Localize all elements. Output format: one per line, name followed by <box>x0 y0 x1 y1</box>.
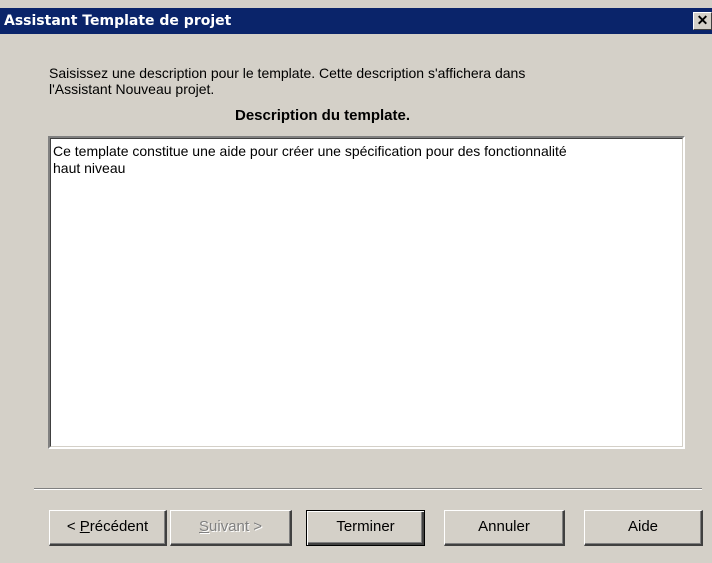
description-value[interactable]: Ce template constitue une aide pour crée… <box>53 143 683 177</box>
next-label-rest: uivant > <box>209 518 262 535</box>
description-heading: Description du template. <box>235 107 411 124</box>
close-button[interactable]: ✕ <box>693 12 712 30</box>
title-bar[interactable]: Assistant Template de projet ✕ <box>0 8 712 34</box>
window-title: Assistant Template de projet <box>4 13 232 29</box>
finish-button[interactable]: Terminer <box>306 510 425 546</box>
instructions-line-1: Saisissez une description pour le templa… <box>49 65 526 81</box>
previous-prefix: < <box>66 518 80 535</box>
previous-button[interactable]: < Précédent <box>49 510 167 546</box>
description-textarea-inner: Ce template constitue une aide pour crée… <box>50 138 683 447</box>
instructions-line-2: l'Assistant Nouveau projet. <box>49 81 215 97</box>
next-mnemonic: S <box>199 518 210 535</box>
cancel-button[interactable]: Annuler <box>444 510 565 546</box>
next-button[interactable]: Suivant > <box>170 510 292 546</box>
button-separator <box>34 488 702 490</box>
wizard-dialog: Assistant Template de projet ✕ Saisissez… <box>0 0 712 563</box>
help-button[interactable]: Aide <box>584 510 703 546</box>
close-icon: ✕ <box>696 12 709 28</box>
instructions-text: Saisissez une description pour le templa… <box>49 65 689 97</box>
previous-mnemonic: P <box>79 518 90 535</box>
previous-label-rest: récédent <box>89 518 149 535</box>
description-textarea[interactable]: Ce template constitue une aide pour crée… <box>47 135 686 450</box>
